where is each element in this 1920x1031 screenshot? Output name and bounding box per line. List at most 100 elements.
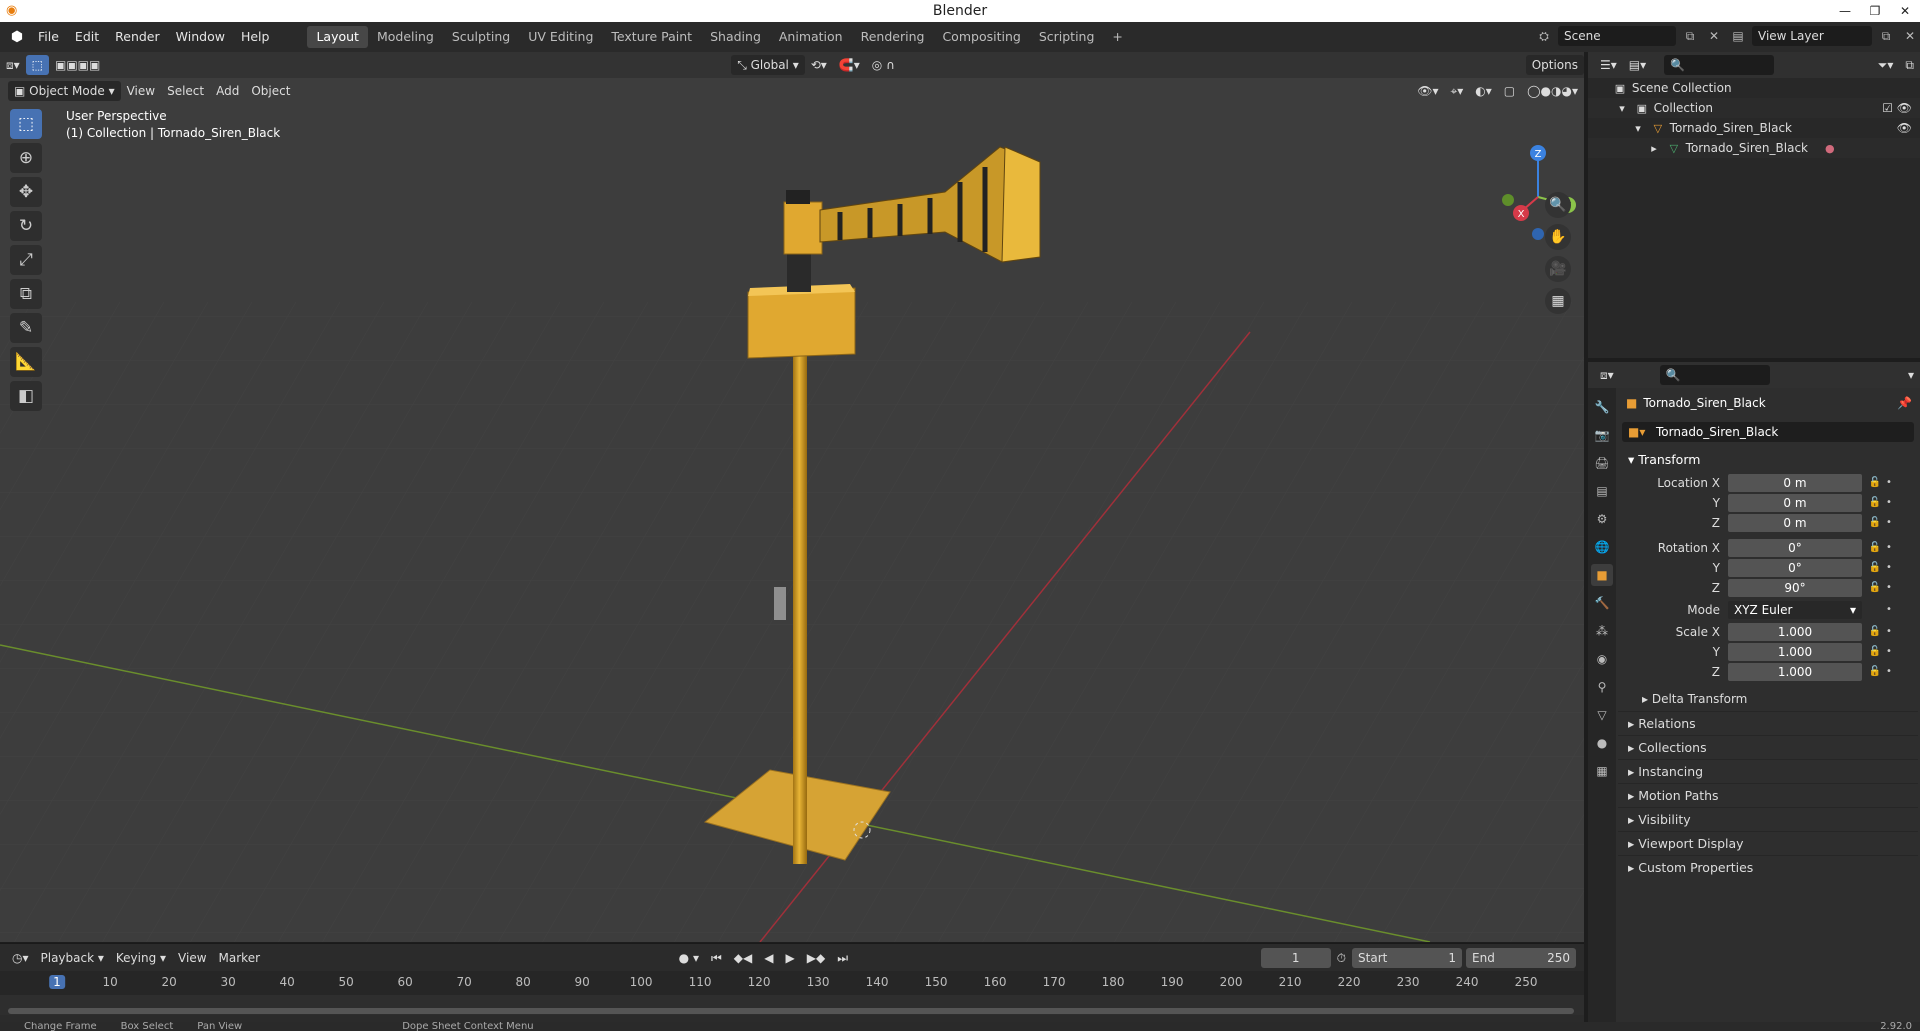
clock-icon[interactable]: ⏱: [1331, 948, 1352, 968]
menu-view[interactable]: View: [121, 81, 161, 101]
menu-keying[interactable]: Keying ▾: [110, 948, 172, 968]
expand-arrow-icon[interactable]: ▸: [1646, 139, 1662, 159]
constraints-tab-icon[interactable]: ⚲: [1591, 676, 1613, 698]
scale-x-field[interactable]: 1.000: [1728, 622, 1862, 641]
transform-tool-icon[interactable]: ⧉: [10, 279, 42, 309]
motion-paths-panel[interactable]: ▸ Motion Paths: [1618, 783, 1918, 807]
tab-sculpting[interactable]: Sculpting: [443, 26, 519, 48]
menu-object[interactable]: Object: [245, 81, 296, 101]
tab-scripting[interactable]: Scripting: [1030, 26, 1104, 48]
object-name-field[interactable]: ■▾ Tornado_Siren_Black: [1622, 422, 1914, 442]
menu-timeline-view[interactable]: View: [172, 948, 212, 968]
end-frame-field[interactable]: End 250: [1466, 947, 1577, 968]
outliner-row-mesh[interactable]: ▸ ▽ Tornado_Siren_Black ●: [1588, 138, 1920, 158]
object-visibility-icon[interactable]: 👁: [1897, 118, 1912, 138]
visibility-icon[interactable]: 👁▾: [1411, 81, 1444, 101]
scale-z-field[interactable]: 1.000: [1728, 662, 1862, 681]
location-y-field[interactable]: 0 m: [1728, 493, 1862, 512]
add-workspace-icon[interactable]: +: [1103, 26, 1131, 48]
timeline-ruler[interactable]: 1 10 20 30 40 50 60 70 80 90 100 110 120 130 140 150 160…: [0, 971, 1584, 995]
instancing-panel[interactable]: ▸ Instancing: [1618, 759, 1918, 783]
keyframe-dot-icon[interactable]: •: [1884, 582, 1894, 593]
keyframe-dot-icon[interactable]: •: [1884, 477, 1894, 488]
play-reverse-icon[interactable]: ◀: [758, 948, 779, 968]
expand-arrow-icon[interactable]: ▾: [1630, 119, 1646, 139]
camera-view-icon[interactable]: 🎥: [1545, 256, 1571, 282]
physics-tab-icon[interactable]: ◉: [1591, 648, 1613, 670]
menu-select[interactable]: Select: [161, 81, 210, 101]
select-mode-icon[interactable]: ⬚: [25, 55, 49, 75]
outliner-row-object[interactable]: ▾ ▽ Tornado_Siren_Black 👁: [1588, 118, 1920, 138]
rotation-mode-dropdown[interactable]: XYZ Euler ▾: [1728, 600, 1862, 619]
keyframe-dot-icon[interactable]: •: [1884, 542, 1894, 553]
keyframe-dot-icon[interactable]: •: [1884, 646, 1894, 657]
rotate-tool-icon[interactable]: ↻: [10, 211, 42, 241]
timeline-editor-type-icon[interactable]: ◷▾: [6, 948, 35, 968]
blender-menu-icon[interactable]: ⬢: [4, 29, 30, 45]
menu-add[interactable]: Add: [210, 81, 245, 101]
transform-panel-header[interactable]: ▾ Transform: [1618, 448, 1918, 472]
current-frame-field[interactable]: 1: [1260, 947, 1331, 968]
pan-hand-icon[interactable]: ✋: [1545, 224, 1571, 250]
object-data-tab-icon[interactable]: ▽: [1591, 704, 1613, 726]
properties-editor-type-icon[interactable]: ⧈▾: [1594, 365, 1620, 385]
keyframe-dot-icon[interactable]: •: [1884, 604, 1894, 615]
measure-tool-icon[interactable]: 📐: [10, 347, 42, 377]
tab-uv-editing[interactable]: UV Editing: [519, 26, 602, 48]
play-icon[interactable]: ▶: [779, 948, 800, 968]
render-tab-icon[interactable]: 📷: [1591, 424, 1613, 446]
outliner-search-input[interactable]: 🔍: [1664, 55, 1775, 75]
properties-search-input[interactable]: 🔍: [1659, 365, 1770, 385]
outliner-row-scene-collection[interactable]: ▣ Scene Collection: [1588, 78, 1920, 98]
xray-icon[interactable]: ▢: [1498, 81, 1521, 101]
tab-rendering[interactable]: Rendering: [852, 26, 934, 48]
menu-file[interactable]: File: [30, 26, 67, 48]
select-box-tool-icon[interactable]: ⬚: [10, 109, 42, 139]
viewport-display-panel[interactable]: ▸ Viewport Display: [1618, 831, 1918, 855]
delete-scene-icon[interactable]: ✕: [1704, 26, 1724, 46]
scene-icon[interactable]: ⛭: [1534, 26, 1554, 46]
modifier-tab-icon[interactable]: 🔨: [1591, 592, 1613, 614]
keyframe-dot-icon[interactable]: •: [1884, 497, 1894, 508]
filter-icon[interactable]: ⏷▾: [1872, 55, 1900, 75]
rotation-x-field[interactable]: 0°: [1728, 538, 1862, 557]
mode-dropdown[interactable]: ▣ Object Mode ▾: [8, 81, 121, 101]
new-collection-icon[interactable]: ⧉: [1899, 55, 1920, 75]
keyframe-dot-icon[interactable]: •: [1884, 626, 1894, 637]
location-x-field[interactable]: 0 m: [1728, 473, 1862, 492]
lock-icon[interactable]: 🔓: [1866, 542, 1884, 553]
lock-icon[interactable]: 🔓: [1866, 626, 1884, 637]
keyframe-dot-icon[interactable]: •: [1884, 562, 1894, 573]
pin-icon[interactable]: 📌: [1897, 396, 1912, 410]
minimize-icon[interactable]: —: [1830, 0, 1860, 22]
pivot-point-icon[interactable]: ⟲▾: [805, 55, 833, 75]
scene-name-field[interactable]: Scene: [1558, 26, 1676, 46]
editor-type-icon[interactable]: ⧈▾: [0, 55, 26, 75]
texture-tab-icon[interactable]: ▦: [1591, 760, 1613, 782]
material-tab-icon[interactable]: ●: [1591, 732, 1613, 754]
lock-icon[interactable]: 🔓: [1866, 562, 1884, 573]
new-view-layer-icon[interactable]: ⧉: [1876, 26, 1896, 46]
view-layer-icon[interactable]: ▤: [1728, 26, 1748, 46]
shading-modes-icon[interactable]: ◯●◑◕▾: [1521, 81, 1584, 101]
new-scene-icon[interactable]: ⧉: [1680, 26, 1700, 46]
rotation-z-field[interactable]: 90°: [1728, 578, 1862, 597]
output-tab-icon[interactable]: 🖨: [1591, 452, 1613, 474]
tool-tab-icon[interactable]: 🔧: [1591, 396, 1613, 418]
start-frame-field[interactable]: Start 1: [1352, 947, 1463, 968]
collections-panel[interactable]: ▸ Collections: [1618, 735, 1918, 759]
collection-visibility-icons[interactable]: ☑ 👁: [1882, 98, 1912, 118]
3d-viewport[interactable]: Z Y X ⧈▾ ⬚ ▣▣▣▣ ⤡ Global ▾ ⟲▾ 🧲▾ ◎ ∩ Opt…: [0, 52, 1584, 942]
object-tab-icon[interactable]: ■: [1591, 564, 1613, 586]
menu-marker[interactable]: Marker: [213, 948, 266, 968]
lock-icon[interactable]: 🔓: [1866, 582, 1884, 593]
gizmo-toggle-icon[interactable]: ⌖▾: [1445, 81, 1470, 101]
timeline-scrollbar[interactable]: [8, 1008, 1574, 1014]
particles-tab-icon[interactable]: ⁂: [1591, 620, 1613, 642]
scale-y-field[interactable]: 1.000: [1728, 642, 1862, 661]
location-z-field[interactable]: 0 m: [1728, 513, 1862, 532]
tab-modeling[interactable]: Modeling: [368, 26, 443, 48]
annotate-tool-icon[interactable]: ✎: [10, 313, 42, 343]
menu-playback[interactable]: Playback ▾: [35, 948, 110, 968]
lock-icon[interactable]: 🔓: [1866, 477, 1884, 488]
